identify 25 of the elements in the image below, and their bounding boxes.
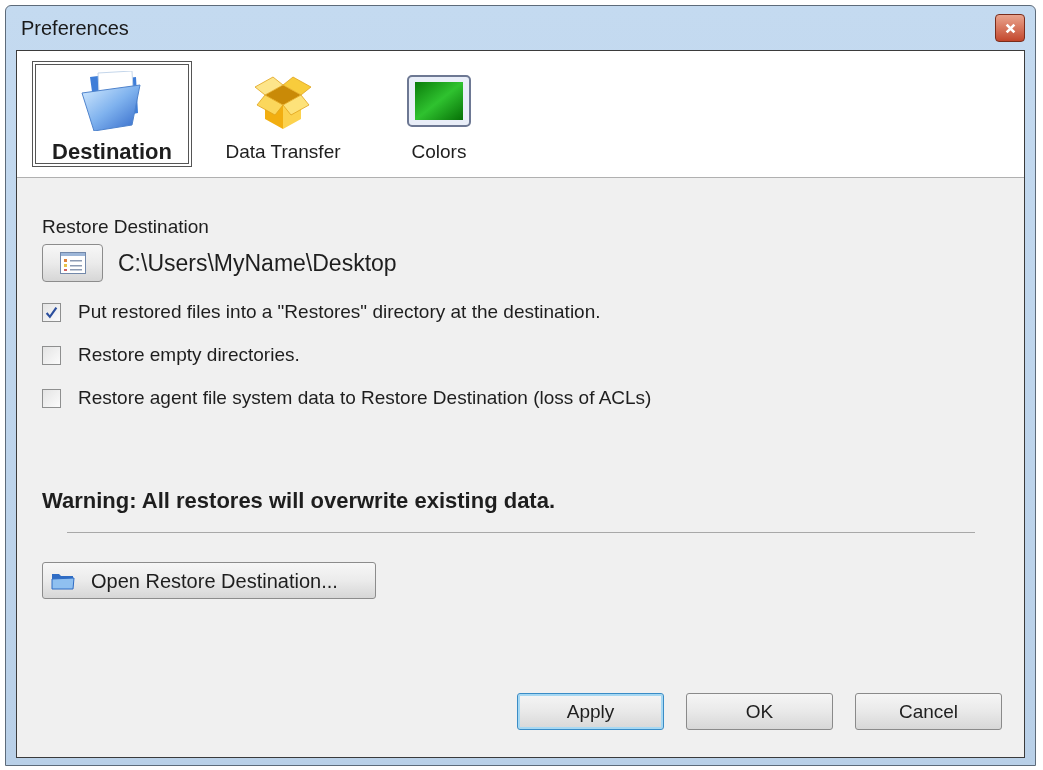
toolbar-tab[interactable]: Colors	[374, 61, 504, 167]
warning-text: Warning: All restores will overwrite existing data.	[42, 489, 556, 513]
color-swatch-icon	[407, 75, 471, 127]
destination-path: C:\Users\MyName\Desktop	[118, 250, 397, 276]
folder-icon	[80, 71, 144, 131]
browse-button[interactable]	[42, 244, 103, 282]
checkbox-label: Restore agent file system data to Restore Destination (loss of ACLs)	[78, 387, 652, 409]
check-icon	[45, 305, 58, 319]
toolbar-tab[interactable]: Destination	[32, 61, 192, 167]
open-destination-button[interactable]: Open Restore Destination...	[42, 562, 376, 599]
close-icon	[1004, 22, 1016, 34]
checkbox[interactable]	[42, 302, 61, 322]
dialog-button[interactable]: Apply	[517, 693, 664, 730]
checkbox[interactable]	[42, 345, 61, 365]
toolbar-tab[interactable]: Data Transfer	[218, 61, 348, 167]
checkbox[interactable]	[42, 388, 61, 408]
dialog-button[interactable]: OK	[686, 693, 833, 730]
checkbox-label: Put restored files into a "Restores" directory at the destination.	[78, 301, 601, 323]
list-window-icon	[59, 252, 86, 274]
window-title: Preferences	[21, 16, 129, 40]
section-label: Restore Destination	[42, 216, 209, 238]
checkbox-label: Restore empty directories.	[78, 344, 300, 366]
folder-icon	[51, 571, 75, 590]
close-button[interactable]	[995, 14, 1025, 42]
dialog-button[interactable]: Cancel	[855, 693, 1002, 730]
